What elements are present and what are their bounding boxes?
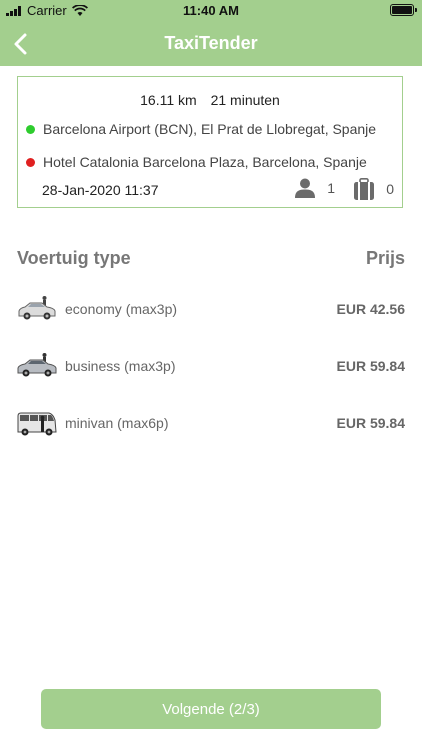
route-summary-card: 16.11 km 21 minuten Barcelona Airport (B…: [17, 76, 403, 208]
vehicle-price: EUR 59.84: [336, 358, 405, 374]
economy-car-icon: [18, 296, 56, 320]
vehicle-label: business (max3p): [65, 358, 176, 374]
status-bar: Carrier 11:40 AM: [0, 0, 422, 22]
person-icon: [295, 178, 316, 198]
vehicle-price: EUR 42.56: [336, 301, 405, 317]
battery-icon: [390, 4, 417, 16]
dropoff-location: Hotel Catalonia Barcelona Plaza, Barcelo…: [26, 154, 367, 170]
luggage-icon: [354, 178, 375, 200]
pickup-location: Barcelona Airport (BCN), El Prat de Llob…: [26, 121, 376, 137]
vehicle-row-minivan[interactable]: minivan (max6p) EUR 59.84: [0, 404, 422, 444]
vehicle-price: EUR 59.84: [336, 415, 405, 431]
vehicle-row-economy[interactable]: economy (max3p) EUR 42.56: [0, 290, 422, 330]
price-header: Prijs: [365, 248, 405, 268]
route-distance: 16.11 km: [140, 92, 197, 108]
pickup-address: Barcelona Airport (BCN), El Prat de Llob…: [43, 121, 377, 137]
vehicle-type-header: Voertuig type: [17, 248, 131, 268]
vehicle-label: economy (max3p): [65, 301, 178, 317]
luggage-value: 0: [386, 181, 394, 197]
dropoff-address: Hotel Catalonia Barcelona Plaza, Barcelo…: [43, 154, 367, 170]
route-meta: 16.11 km 21 minuten: [18, 92, 402, 108]
passenger-value: 1: [327, 180, 335, 196]
dropoff-dot-icon: [26, 157, 35, 167]
business-car-icon: [17, 353, 57, 377]
passenger-count: 1: [295, 178, 335, 198]
nav-bar: TaxiTender: [0, 22, 422, 66]
vehicle-row-business[interactable]: business (max3p) EUR 59.84: [0, 347, 422, 387]
route-duration: 21 minuten: [210, 92, 280, 108]
next-button[interactable]: Volgende (2/3): [41, 689, 381, 729]
minivan-icon: [17, 412, 57, 436]
pickup-dot-icon: [26, 124, 35, 134]
page-title: TaxiTender: [164, 33, 258, 53]
vehicle-label: minivan (max6p): [65, 415, 169, 431]
status-time: 11:40 AM: [183, 3, 239, 18]
luggage-count: 0: [354, 178, 394, 200]
route-datetime: 28-Jan-2020 11:37: [42, 182, 159, 198]
